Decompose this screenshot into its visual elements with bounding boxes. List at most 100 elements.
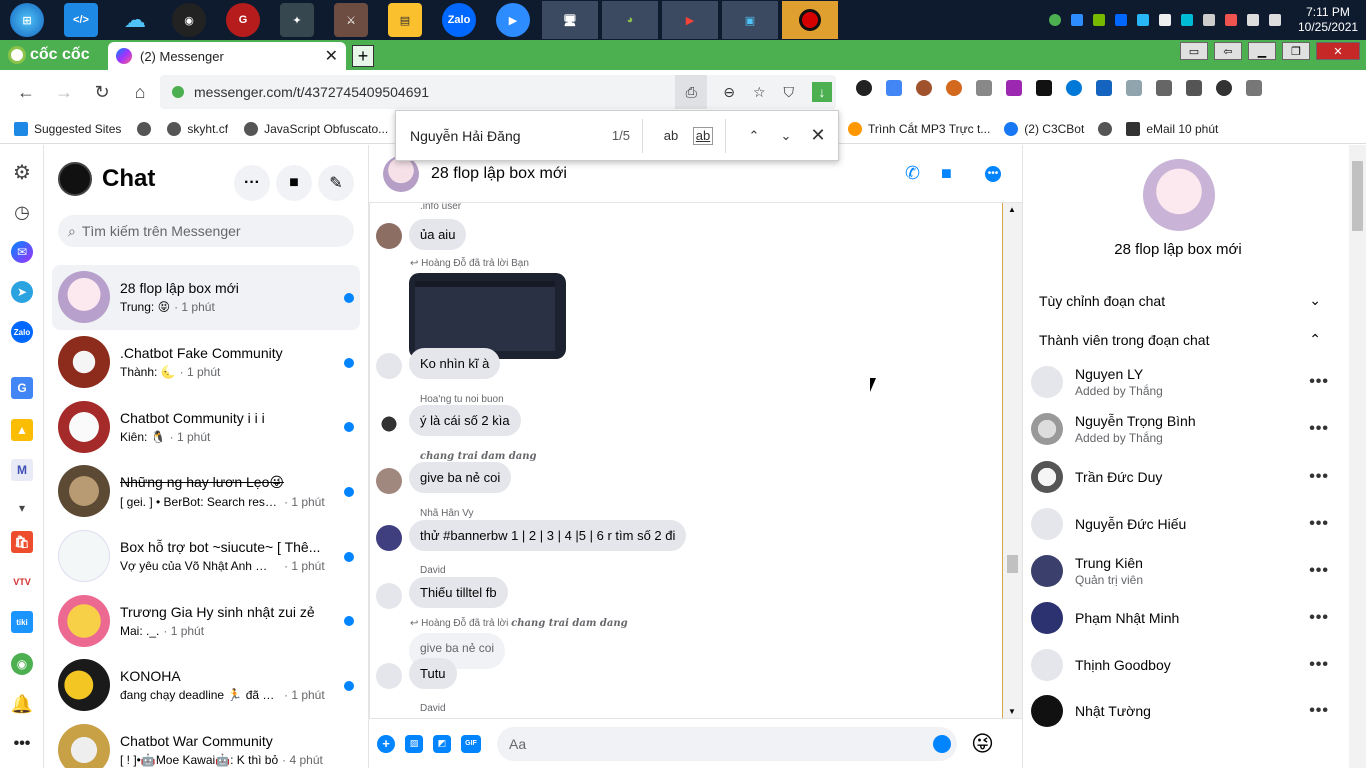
google-translate-icon[interactable] [886, 80, 902, 96]
extension-cookie2-icon[interactable] [946, 80, 962, 96]
expand-chevron-icon[interactable]: ▾ [11, 497, 33, 519]
vtv-go-icon[interactable]: VTV [11, 571, 33, 593]
bookmark-email10[interactable]: eMail 10 phút [1126, 122, 1218, 136]
address-bar[interactable]: messenger.com/t/4372745409504691 ⎙ ⊖ ☆ ⛉… [160, 75, 836, 109]
tiki-icon[interactable]: tiki [11, 611, 33, 633]
back-arrow-icon[interactable]: ← [8, 74, 44, 110]
downloads-icon[interactable] [1246, 80, 1262, 96]
tray-shield-icon[interactable] [1181, 14, 1193, 26]
info-panel-scrollbar[interactable] [1349, 145, 1366, 768]
record-icon[interactable] [782, 1, 838, 39]
thread-item[interactable]: Box hỗ trợ bot ~siucute~ [ Thê... Vợ yêu… [52, 524, 360, 589]
member-more-icon[interactable]: ••• [1309, 656, 1329, 674]
anime-app-icon[interactable]: ✦ [280, 3, 314, 37]
message-bubble[interactable]: ý là cái số 2 kìa [409, 405, 521, 436]
bookmark-js-obfuscator[interactable]: JavaScript Obfuscato... [244, 121, 388, 136]
customize-chat-section[interactable]: Tùy chỉnh đoạn chat ⌄ [1039, 292, 1321, 309]
telegram-icon[interactable]: ➤ [11, 281, 33, 303]
thread-item[interactable]: Những ng hay lươn Lẹo😜 [ gei. ] • BerBot… [52, 459, 360, 524]
tray-blue-icon[interactable] [1137, 14, 1149, 26]
messages-scrollbar[interactable]: ▲ ▼ [1003, 203, 1022, 718]
group-avatar[interactable] [1143, 159, 1215, 231]
new-tab-button[interactable]: + [352, 45, 374, 67]
next-match-icon[interactable]: ⌄ [770, 121, 802, 151]
thread-item[interactable]: Chatbot War Community [ ! ]•🤖Moe Kawai🤖:… [52, 718, 360, 768]
bookmark-globe2[interactable] [1098, 122, 1113, 136]
member-item[interactable]: Nguyễn Đức Hiếu ••• [1031, 501, 1329, 547]
gif-icon[interactable]: GIF [461, 734, 481, 753]
tray-nvidia-icon[interactable] [1093, 14, 1105, 26]
volume-icon[interactable] [1247, 14, 1259, 26]
close-window-button[interactable]: ✕ [1316, 42, 1360, 60]
obs-icon[interactable]: ◉ [172, 3, 206, 37]
youtube-panda-icon[interactable]: ▶ [662, 1, 718, 39]
thread-item[interactable]: 28 flop lập box mới Trung: 😝 · 1 phút [52, 265, 360, 330]
member-more-icon[interactable]: ••• [1309, 515, 1329, 533]
bell-notification-icon[interactable]: 🔔 [11, 693, 33, 715]
emoji-picker-icon[interactable] [933, 734, 951, 753]
scroll-up-icon[interactable]: ▲ [1008, 205, 1016, 214]
quick-reaction-icon[interactable]: 😜 [971, 731, 994, 757]
zalo-icon[interactable]: Zalo [442, 3, 476, 37]
message-bubble[interactable]: thử #bannerbw 1 | 2 | 3 | 4 |5 | 6 r tìm… [409, 520, 687, 551]
minimize-button[interactable]: ▁ [1248, 42, 1276, 60]
message-bubble[interactable]: Ko nhìn kĩ à [409, 348, 501, 379]
conversation-title[interactable]: 28 flop lập box mới [431, 165, 567, 183]
thread-item[interactable]: Trương Gia Hy sinh nhật zui zẻ Mai: ._. ·… [52, 588, 360, 653]
thread-item[interactable]: KONOHA đang chạy deadline 🏃 đã gử... · 1 … [52, 653, 360, 718]
close-find-icon[interactable]: ✕ [802, 121, 834, 151]
thread-item[interactable]: .Chatbot Fake Community Thành: 🌜 · 1 phút [52, 330, 360, 395]
file-explorer-icon[interactable]: ▤ [388, 3, 422, 37]
more-options-button[interactable]: ··· [234, 165, 270, 201]
bookmark-star-icon[interactable]: ☆ [753, 84, 766, 101]
tray-alert-icon[interactable] [1225, 14, 1237, 26]
member-more-icon[interactable]: ••• [1309, 702, 1329, 720]
game-app-icon[interactable]: ⚔ [334, 3, 368, 37]
extension-grid-icon[interactable] [976, 80, 992, 96]
message-bubble[interactable]: give ba nẻ coi [409, 462, 512, 493]
member-more-icon[interactable]: ••• [1309, 373, 1329, 391]
sticker-icon[interactable]: ◩ [433, 734, 451, 753]
shopee-icon[interactable]: 🛍 [11, 531, 33, 553]
reader-mode-icon[interactable]: ▭ [1180, 42, 1208, 60]
plus-actions-icon[interactable]: + [377, 734, 395, 753]
member-item[interactable]: Trung Kiên Quản trị viên ••• [1031, 548, 1329, 594]
screen-app-icon[interactable]: ▣ [722, 1, 778, 39]
forward-arrow-icon[interactable]: → [46, 74, 82, 110]
browser-brand[interactable]: cốc cốc [0, 40, 108, 70]
page-search-icon[interactable]: ⎙ [675, 75, 708, 109]
bookmark-mp3-cutter[interactable]: Trình Cắt MP3 Trực t... [848, 122, 990, 136]
messenger-sidebar-icon[interactable]: ✉ [11, 241, 33, 263]
thread-item[interactable]: Chatbot Community i i i Kiên: 🐧 · 1 phút [52, 394, 360, 459]
remote-desktop-icon[interactable]: 🖥 [542, 1, 598, 39]
search-input[interactable]: ⌕ Tìm kiếm trên Messenger [58, 215, 354, 247]
tray-network-icon[interactable] [1203, 14, 1215, 26]
settings-gear-icon[interactable]: ⚙ [11, 161, 33, 184]
extension-cookie-icon[interactable] [916, 80, 932, 96]
member-item[interactable]: Nguyễn Trọng Bình Added by Thắng ••• [1031, 406, 1329, 452]
message-bubble[interactable]: Tutu [409, 658, 457, 689]
tray-zoom-icon[interactable] [1071, 14, 1083, 26]
message-bubble[interactable]: ủa aiu [409, 219, 467, 250]
message-bubble[interactable]: Thiếu tilltel fb [409, 577, 508, 608]
tray-green-icon[interactable] [1049, 14, 1061, 26]
extension-color-icon[interactable] [1006, 80, 1022, 96]
scrollbar-thumb[interactable] [1007, 555, 1018, 573]
previous-match-icon[interactable]: ⌃ [738, 121, 770, 151]
tray-zalo-icon[interactable] [1115, 14, 1127, 26]
google-translate-sidebar-icon[interactable]: G [11, 377, 33, 399]
garena-icon[interactable]: G [226, 3, 260, 37]
image-attachment[interactable] [409, 273, 566, 359]
download-green-icon[interactable]: ↓ [812, 82, 832, 102]
extension-edge-icon[interactable] [1066, 80, 1082, 96]
find-input[interactable]: Nguyễn Hải Đăng [410, 128, 590, 144]
image-upload-icon[interactable]: ▨ [405, 734, 423, 753]
extension-pause-icon[interactable] [856, 80, 872, 96]
tab-messenger[interactable]: (2) Messenger ✕ [108, 42, 346, 70]
extension-shield-icon[interactable] [1126, 80, 1142, 96]
vscode-icon[interactable]: </> [64, 3, 98, 37]
extensions-puzzle-icon[interactable] [1156, 80, 1172, 96]
member-more-icon[interactable]: ••• [1309, 609, 1329, 627]
member-more-icon[interactable]: ••• [1309, 468, 1329, 486]
member-item[interactable]: Thịnh Goodboy ••• [1031, 642, 1329, 688]
